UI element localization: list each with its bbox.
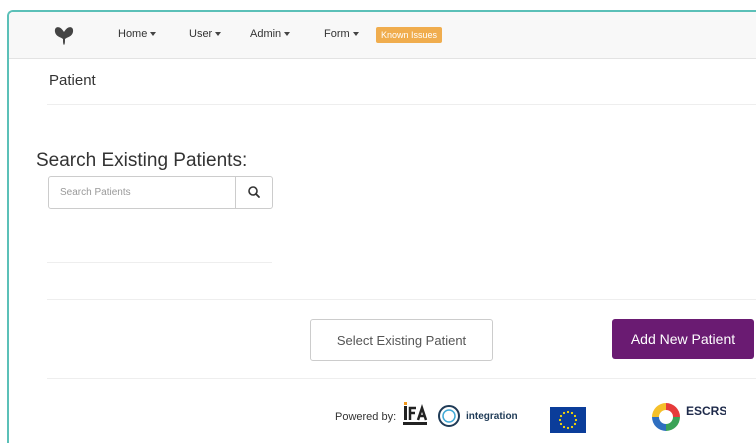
nav-item-home-label: Home <box>118 28 148 40</box>
caret-down-icon <box>284 32 291 37</box>
integration-logo-label: integration <box>466 411 518 422</box>
search-button[interactable] <box>235 177 272 208</box>
eu-flag-logo <box>550 407 586 433</box>
butterfly-logo-icon[interactable] <box>53 24 75 46</box>
nav-item-form[interactable]: Form <box>324 28 359 40</box>
nav-item-user[interactable]: User <box>189 28 222 40</box>
nav-item-form-label: Form <box>324 28 350 40</box>
nav-item-admin[interactable]: Admin <box>250 28 291 40</box>
ifa-systems-logo-icon <box>403 402 428 425</box>
caret-down-icon <box>215 32 222 37</box>
search-heading: Search Existing Patients: <box>36 150 248 171</box>
navbar: Home User Admin Form Known Issues <box>9 12 756 59</box>
escrs-wordmark-icon: ESCRS <box>686 404 727 418</box>
search-icon <box>248 186 260 198</box>
known-issues-badge[interactable]: Known Issues <box>376 27 443 43</box>
nav-item-user-label: User <box>189 28 213 40</box>
search-group <box>48 176 273 209</box>
eu-stars-icon <box>558 410 578 430</box>
select-existing-patient-button[interactable]: Select Existing Patient <box>310 319 493 361</box>
search-results-divider <box>47 262 272 263</box>
nav-item-home[interactable]: Home <box>118 28 157 40</box>
divider <box>47 299 756 300</box>
nav-item-admin-label: Admin <box>250 28 282 40</box>
svg-text:ESCRS: ESCRS <box>686 404 726 418</box>
app-frame: Home User Admin Form Known Issues Patien… <box>7 10 756 443</box>
page-title: Patient <box>49 72 96 89</box>
search-input[interactable] <box>49 177 234 208</box>
caret-down-icon <box>352 32 359 37</box>
add-new-patient-button[interactable]: Add New Patient <box>612 319 754 359</box>
powered-by-label: Powered by: <box>335 411 397 423</box>
caret-down-icon <box>150 32 157 37</box>
escrs-logo-icon <box>652 403 680 431</box>
escrs-logo-text: ESCRS <box>686 404 727 421</box>
divider <box>47 378 756 379</box>
divider <box>47 104 756 105</box>
